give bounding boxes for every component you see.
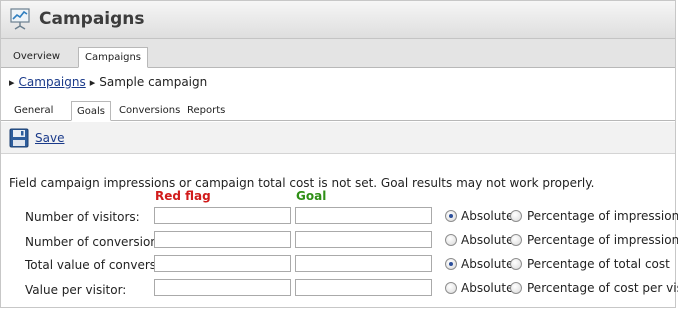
floppy-disk-icon[interactable]	[9, 128, 29, 148]
radio-label: Percentage of cost per visitor	[527, 281, 678, 295]
title-bar: Campaigns	[1, 1, 675, 39]
campaigns-window: Campaigns Overview Campaigns ▸ Campaigns ▸…	[0, 0, 678, 308]
radio-label: Percentage of impressions	[527, 209, 678, 223]
conversions-red-flag-input[interactable]	[154, 231, 291, 248]
save-button[interactable]: Save	[35, 131, 64, 145]
conversions-goal-input[interactable]	[295, 231, 432, 248]
radio-label: Percentage of total cost	[527, 257, 670, 271]
total-value-red-flag-input[interactable]	[154, 255, 291, 272]
radio-label: Percentage of impressions	[527, 233, 678, 247]
radio-label: Absolute	[461, 209, 514, 223]
total-value-goal-input[interactable]	[295, 255, 432, 272]
row-label: Value per visitor:	[25, 283, 127, 297]
visitors-red-flag-input[interactable]	[154, 207, 291, 224]
radio-label: Absolute	[461, 281, 514, 295]
campaign-presentation-icon	[10, 8, 30, 30]
goal-column-header: Goal	[296, 189, 327, 203]
breadcrumb-link-campaigns[interactable]: Campaigns	[19, 75, 86, 89]
conversions-absolute-radio[interactable]	[445, 234, 457, 246]
red-flag-column-header: Red flag	[155, 189, 211, 203]
tab-goals[interactable]: Goals	[71, 101, 111, 121]
tab-reports[interactable]: Reports	[182, 101, 230, 121]
visitors-percentage-radio[interactable]	[510, 210, 522, 222]
tab-general[interactable]: General	[9, 101, 58, 121]
radio-label: Absolute	[461, 257, 514, 271]
tab-conversions[interactable]: Conversions	[114, 101, 185, 121]
sub-tab-strip: General Goals Conversions Reports	[1, 99, 675, 121]
main-tab-strip: Overview Campaigns	[1, 39, 675, 68]
page-title: Campaigns	[39, 9, 145, 29]
visitors-goal-input[interactable]	[295, 207, 432, 224]
visitors-absolute-radio[interactable]	[445, 210, 457, 222]
breadcrumb-arrow-icon: ▸	[9, 76, 15, 89]
value-per-visitor-absolute-radio[interactable]	[445, 282, 457, 294]
breadcrumb-current: Sample campaign	[99, 75, 208, 89]
conversions-percentage-radio[interactable]	[510, 234, 522, 246]
tab-overview[interactable]: Overview	[7, 47, 66, 68]
value-per-visitor-goal-input[interactable]	[295, 279, 432, 296]
row-label: Number of conversions:	[25, 235, 169, 249]
radio-label: Absolute	[461, 233, 514, 247]
total-value-percentage-radio[interactable]	[510, 258, 522, 270]
total-value-absolute-radio[interactable]	[445, 258, 457, 270]
tab-campaigns[interactable]: Campaigns	[78, 47, 149, 68]
value-per-visitor-red-flag-input[interactable]	[154, 279, 291, 296]
breadcrumb: ▸ Campaigns ▸ Sample campaign	[9, 75, 207, 89]
value-per-visitor-percentage-radio[interactable]	[510, 282, 522, 294]
breadcrumb-separator-icon: ▸	[89, 76, 96, 89]
toolbar: Save	[1, 122, 675, 154]
row-label: Number of visitors:	[25, 210, 140, 224]
goal-warning-message: Field campaign impressions or campaign t…	[9, 176, 595, 190]
